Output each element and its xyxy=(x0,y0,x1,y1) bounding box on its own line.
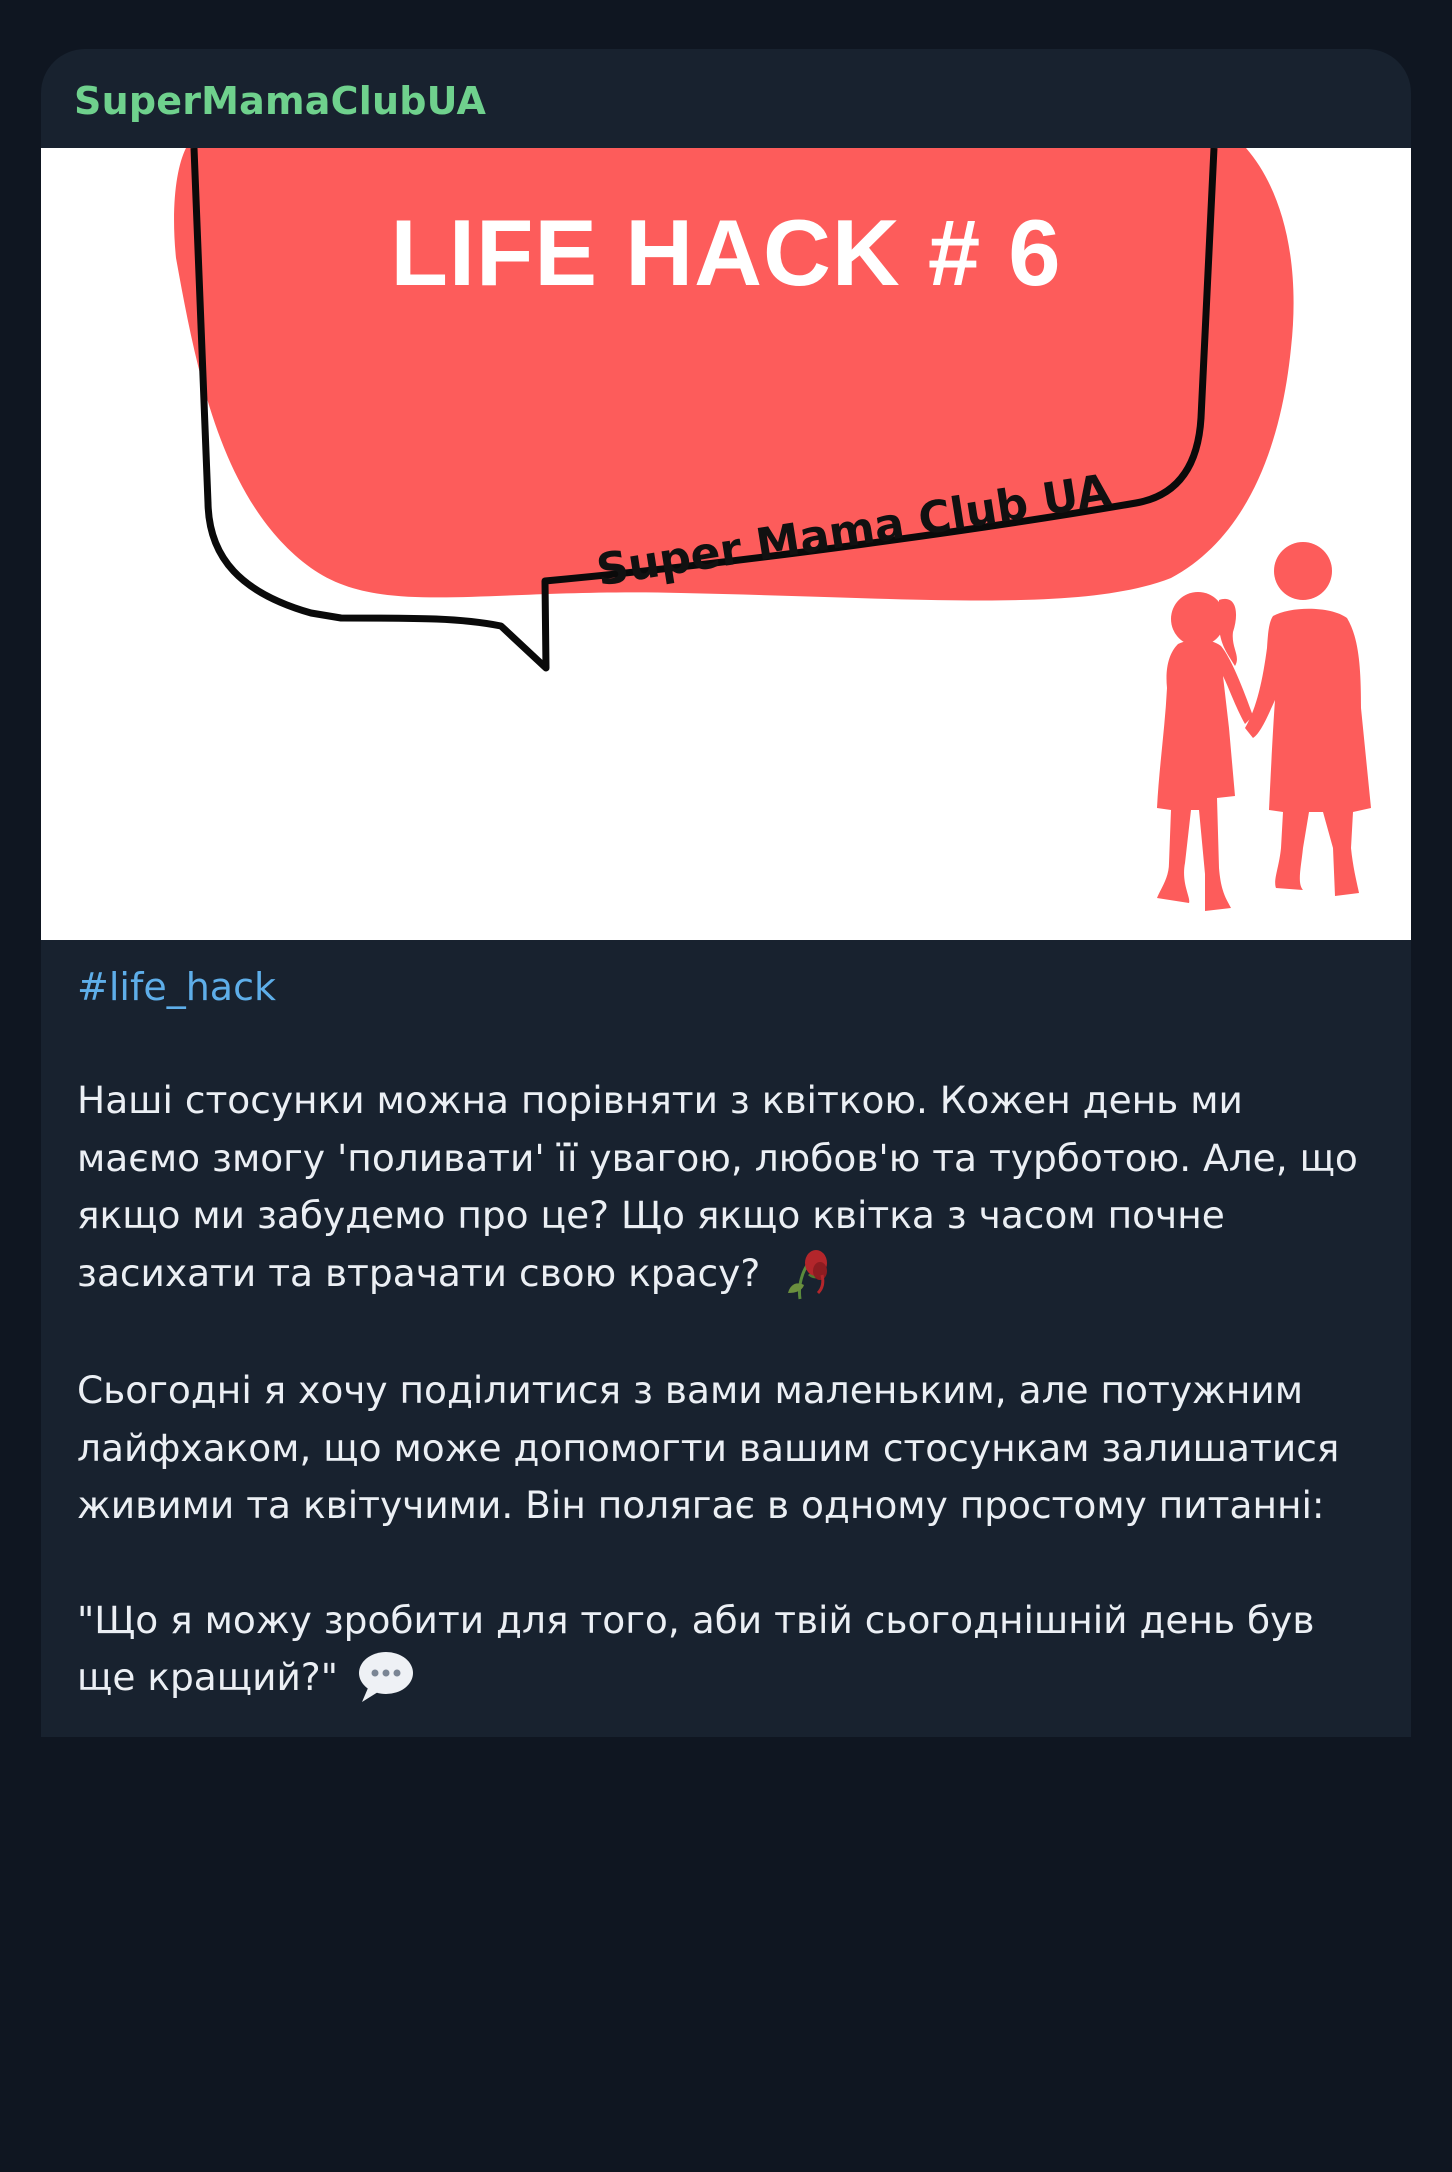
paragraph-1-text: Наші стосунки можна порівняти з квіткою.… xyxy=(77,1078,1358,1295)
post-paragraph-3: "Що я можу зробити для того, аби твій сь… xyxy=(77,1592,1375,1710)
post-body: #life_hack Наші стосунки можна порівняти… xyxy=(41,940,1411,1710)
children-silhouette xyxy=(1157,542,1371,911)
post-paragraph-1: Наші стосунки можна порівняти з квіткою.… xyxy=(77,1072,1375,1305)
post-paragraph-2: Сьогодні я хочу поділитися з вами малень… xyxy=(77,1368,1340,1527)
hashtag-link[interactable]: #life_hack xyxy=(77,960,1375,1014)
image-title: LIFE HACK # 6 xyxy=(390,200,1061,305)
speech-balloon-icon xyxy=(356,1646,416,1706)
paragraph-3-text: "Що я можу зробити для того, аби твій сь… xyxy=(77,1597,1315,1700)
life-hack-illustration: LIFE HACK # 6 Super Mama Club UA xyxy=(174,148,1371,911)
message-bubble: SuperMamaClubUA LIFE HACK # 6 Super Mama… xyxy=(41,49,1411,1737)
channel-name[interactable]: SuperMamaClubUA xyxy=(74,79,486,123)
message-header: SuperMamaClubUA xyxy=(41,49,1411,148)
post-image[interactable]: LIFE HACK # 6 Super Mama Club UA xyxy=(41,148,1411,940)
wilted-flower-icon xyxy=(778,1241,838,1301)
